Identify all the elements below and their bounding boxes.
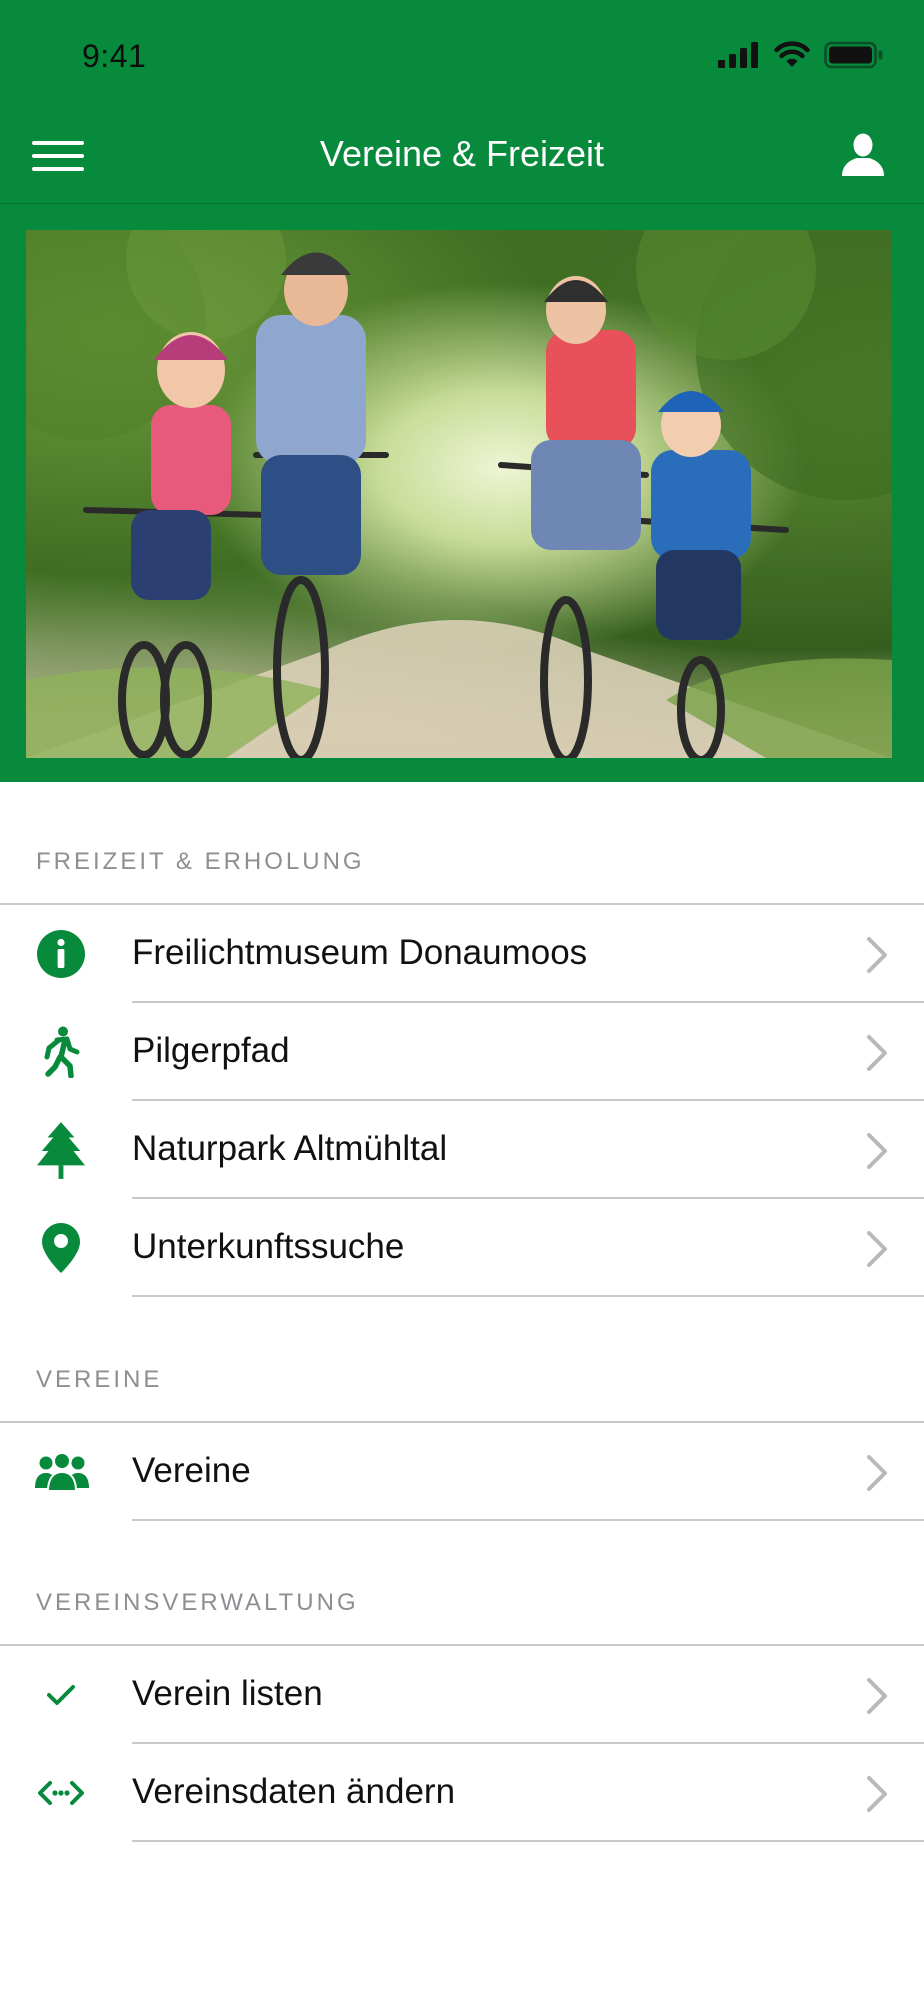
list-item-label: Verein listen [132,1674,323,1713]
list-item-label: Vereinsdaten ändern [132,1772,456,1811]
list-item-label: Pilgerpfad [132,1031,290,1070]
section-header-freizeit: FREIZEIT & ERHOLUNG [36,848,365,875]
list-item-label: Naturpark Altmühltal [132,1129,448,1168]
hero-banner [0,204,924,782]
chevron-right-icon [867,1776,887,1812]
list-item-vereine[interactable]: Vereine [0,1423,924,1521]
battery-icon [824,41,883,69]
list-item-verein-listen[interactable]: Verein listen [0,1646,924,1744]
signal-icon [718,42,758,68]
section-header-vereine: VEREINE [36,1366,163,1393]
list-item-pilgerpfad[interactable]: Pilgerpfad [0,1003,924,1101]
list-item-label: Freilichtmuseum Donaumoos [132,933,588,972]
list-item-label: Vereine [132,1451,251,1490]
chevron-right-icon [867,1455,887,1491]
family-cycling-photo [26,230,892,758]
page-title: Vereine & Freizeit [319,133,605,174]
list-item-unterkunftssuche[interactable]: Unterkunftssuche [0,1199,924,1297]
code-arrows-icon [36,1768,86,1818]
section-header-vereinsverwaltung: VEREINSVERWALTUNG [36,1589,359,1616]
chevron-right-icon [867,937,887,973]
tree-icon [36,1121,86,1181]
map-pin-icon [36,1223,86,1273]
chevron-right-icon [867,1231,887,1267]
list-item-naturpark[interactable]: Naturpark Altmühltal [0,1101,924,1199]
status-icons [718,40,884,70]
wifi-icon [774,41,810,67]
chevron-right-icon [867,1035,887,1071]
user-icon [842,133,884,176]
checkmark-icon [36,1670,86,1720]
list-item-label: Unterkunftssuche [132,1227,405,1266]
info-icon [36,929,86,979]
list-item-freilichtmuseum[interactable]: Freilichtmuseum Donaumoos [0,905,924,1003]
profile-button[interactable] [840,132,886,178]
walking-icon [36,1026,86,1078]
chevron-right-icon [867,1678,887,1714]
chevron-right-icon [867,1133,887,1169]
photo-illustration [26,230,892,758]
status-time: 9:41 [82,38,147,74]
list-item-vereinsdaten-aendern[interactable]: Vereinsdaten ändern [0,1744,924,1842]
app-header: 9:41 Vereine & Freizeit [0,0,924,204]
group-icon [34,1447,90,1497]
